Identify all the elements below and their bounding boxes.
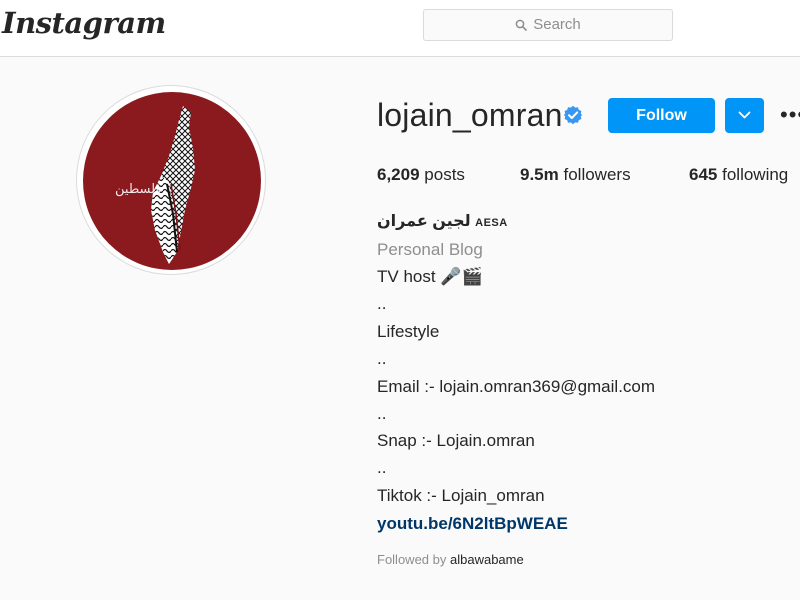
search-placeholder: Search <box>533 16 581 33</box>
followers-link[interactable]: 9.5m followers <box>520 165 631 185</box>
more-options-button[interactable]: ••• <box>780 104 800 126</box>
profile-username: lojain_omran <box>377 97 563 133</box>
following-link[interactable]: 645 following <box>689 165 788 185</box>
bio-external-link[interactable]: youtu.be/6N2ltBpWEAE <box>377 514 568 534</box>
avatar-text: فلسطين <box>115 182 162 197</box>
followed-by-text: Followed by albawabame <box>377 552 524 567</box>
chevron-down-icon <box>738 111 751 119</box>
profile-avatar[interactable]: فلسطين <box>76 85 266 275</box>
bio-line: TV host 🎤🎬 <box>377 267 483 286</box>
bio-line: Tiktok :- Lojain_omran <box>377 486 545 505</box>
bio-name-tag: AESA <box>475 217 508 229</box>
posts-count: 6,209 posts <box>377 165 465 185</box>
follow-button[interactable]: Follow <box>608 98 715 133</box>
followed-by-user-link[interactable]: albawabame <box>450 552 524 567</box>
instagram-logo[interactable]: Instagram <box>2 6 166 40</box>
posts-value: 6,209 <box>377 165 420 184</box>
bio-line: Snap :- Lojain.omran <box>377 431 535 450</box>
bio-line: .. <box>377 458 387 477</box>
palestine-map-keffiyeh-icon: فلسطين <box>83 92 261 270</box>
top-navigation-bar: Instagram Search <box>0 0 800 57</box>
posts-label: posts <box>424 165 465 184</box>
bio-category: Personal Blog <box>377 240 483 259</box>
following-value: 645 <box>689 165 718 184</box>
bio-line: Lifestyle <box>377 322 440 341</box>
search-input[interactable]: Search <box>423 9 673 41</box>
following-label: following <box>722 165 789 184</box>
followers-value: 9.5m <box>520 165 559 184</box>
verified-badge-icon <box>563 105 583 130</box>
suggested-accounts-dropdown-button[interactable] <box>725 98 764 133</box>
bio-line: .. <box>377 349 387 368</box>
search-icon <box>515 19 528 31</box>
followers-label: followers <box>563 165 631 184</box>
bio-name-text: لجين عمران <box>377 213 471 230</box>
followed-by-prefix: Followed by <box>377 552 447 567</box>
bio-line: .. <box>377 294 387 313</box>
bio-full-name: لجين عمران AESA <box>377 211 508 231</box>
bio-line: Email :- lojain.omran369@gmail.com <box>377 377 656 396</box>
bio-line: .. <box>377 404 387 423</box>
